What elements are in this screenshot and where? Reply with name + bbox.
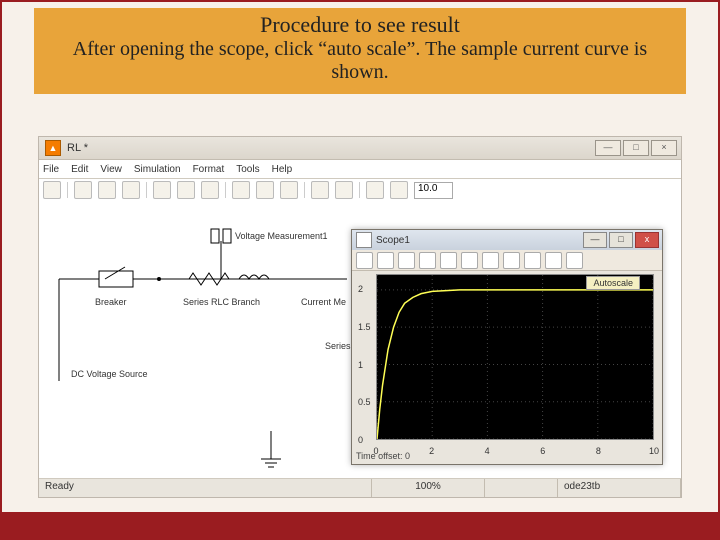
- scope-minimize-button[interactable]: —: [583, 232, 607, 248]
- menu-file[interactable]: File: [43, 164, 59, 175]
- model-canvas[interactable]: Voltage Measurement1 Breaker Series RLC …: [39, 201, 681, 479]
- paste-icon[interactable]: [201, 181, 219, 199]
- block-voltage-measurement[interactable]: Voltage Measurement1: [235, 231, 328, 241]
- print-icon[interactable]: [356, 252, 373, 269]
- slide-title: Procedure to see result After opening th…: [34, 8, 686, 94]
- save-icon[interactable]: [98, 181, 116, 199]
- up-icon[interactable]: [280, 181, 298, 199]
- status-bar: Ready 100% ode23tb: [39, 478, 681, 497]
- stop-time-field[interactable]: 10.0: [414, 182, 453, 199]
- restore-icon[interactable]: [503, 252, 520, 269]
- window-title: RL *: [67, 142, 88, 154]
- signal-select-icon[interactable]: [566, 252, 583, 269]
- stop-icon[interactable]: [390, 181, 408, 199]
- new-icon[interactable]: [43, 181, 61, 199]
- scope-time-offset: Time offset: 0: [356, 451, 410, 461]
- float-icon[interactable]: [524, 252, 541, 269]
- print-icon[interactable]: [122, 181, 140, 199]
- y-tick: 2: [358, 284, 363, 294]
- x-tick: 6: [540, 446, 545, 456]
- back-icon[interactable]: [232, 181, 250, 199]
- zoomy-icon[interactable]: [440, 252, 457, 269]
- plot-svg: [377, 275, 653, 439]
- autoscale-icon[interactable]: [461, 252, 478, 269]
- scope-plot[interactable]: [376, 274, 654, 440]
- scope-maximize-button[interactable]: □: [609, 232, 633, 248]
- scope-toolbar: [352, 250, 662, 271]
- minimize-button[interactable]: —: [595, 140, 621, 156]
- menu-view[interactable]: View: [100, 164, 122, 175]
- scope-titlebar[interactable]: Scope1 — □ x: [352, 230, 662, 250]
- lock-icon[interactable]: [545, 252, 562, 269]
- slide-footer: [2, 512, 718, 538]
- status-zoom: 100%: [372, 479, 485, 497]
- model-explorer-icon[interactable]: [335, 181, 353, 199]
- simulink-window: ▲ RL * — □ × File Edit View Simulation F…: [38, 136, 682, 498]
- fwd-icon[interactable]: [256, 181, 274, 199]
- x-tick: 0: [373, 446, 378, 456]
- maximize-button[interactable]: □: [623, 140, 649, 156]
- x-tick: 4: [485, 446, 490, 456]
- y-tick: 1: [358, 360, 363, 370]
- block-rlc[interactable]: Series RLC Branch: [183, 297, 260, 307]
- x-tick: 10: [649, 446, 659, 456]
- menu-simulation[interactable]: Simulation: [134, 164, 181, 175]
- toolbar: 10.0: [39, 179, 681, 202]
- block-dc-source[interactable]: DC Voltage Source: [71, 369, 148, 379]
- scope-icon: [356, 232, 372, 248]
- params-icon[interactable]: [377, 252, 394, 269]
- y-tick: 0: [358, 435, 363, 445]
- y-tick: 0.5: [358, 397, 371, 407]
- zoomx-icon[interactable]: [419, 252, 436, 269]
- zoom-icon[interactable]: [398, 252, 415, 269]
- y-tick: 1.5: [358, 322, 371, 332]
- status-solver: ode23tb: [558, 479, 681, 497]
- menu-help[interactable]: Help: [272, 164, 293, 175]
- scope-window[interactable]: Scope1 — □ x: [351, 229, 663, 465]
- menu-format[interactable]: Format: [193, 164, 225, 175]
- menu-edit[interactable]: Edit: [71, 164, 88, 175]
- scope-title: Scope1: [376, 235, 410, 246]
- autoscale-tooltip: Autoscale: [586, 276, 640, 290]
- open-icon[interactable]: [74, 181, 92, 199]
- status-ready: Ready: [39, 479, 372, 497]
- cut-icon[interactable]: [153, 181, 171, 199]
- menu-bar: File Edit View Simulation Format Tools H…: [39, 160, 681, 179]
- x-tick: 2: [429, 446, 434, 456]
- save-scope-icon[interactable]: [482, 252, 499, 269]
- close-button[interactable]: ×: [651, 140, 677, 156]
- x-tick: 8: [596, 446, 601, 456]
- block-current-measurement[interactable]: Current Me: [301, 297, 346, 307]
- copy-icon[interactable]: [177, 181, 195, 199]
- window-titlebar[interactable]: ▲ RL * — □ ×: [39, 137, 681, 160]
- run-icon[interactable]: [366, 181, 384, 199]
- menu-tools[interactable]: Tools: [236, 164, 259, 175]
- block-series[interactable]: Series: [325, 341, 351, 351]
- title-line2: After opening the scope, click “auto sca…: [44, 38, 676, 84]
- browser-icon[interactable]: [311, 181, 329, 199]
- block-breaker[interactable]: Breaker: [95, 297, 127, 307]
- scope-close-button[interactable]: x: [635, 232, 659, 248]
- matlab-icon: ▲: [45, 140, 61, 156]
- title-line1: Procedure to see result: [44, 12, 676, 38]
